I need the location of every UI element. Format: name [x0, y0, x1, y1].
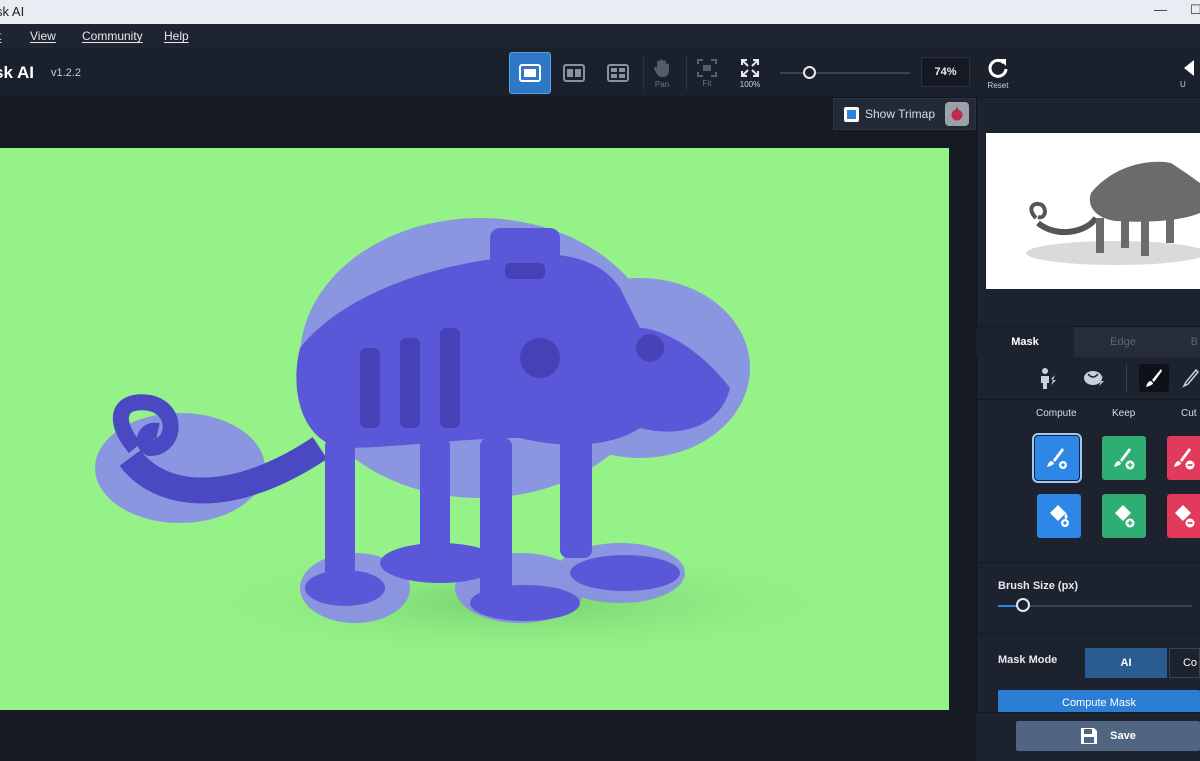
pen-icon — [1182, 368, 1200, 388]
checkbox-mark — [847, 109, 856, 119]
mask-mode-color-button[interactable]: Co — [1169, 648, 1200, 678]
undo-button[interactable]: U — [1180, 52, 1200, 94]
reset-label: Reset — [987, 80, 1009, 90]
zoom-100-label: 100% — [739, 79, 761, 89]
subject-select-button[interactable] — [1032, 364, 1062, 392]
save-button[interactable]: Save — [1016, 721, 1200, 751]
person-icon — [1041, 368, 1056, 389]
expand-icon — [741, 58, 759, 77]
mask-tool-row — [976, 356, 1200, 400]
compute-column-label: Compute — [1036, 408, 1077, 419]
brush-plus-icon — [1114, 448, 1135, 470]
fit-label: Fit — [702, 78, 712, 88]
show-trimap-toggle[interactable]: Show Trimap — [833, 98, 976, 130]
title-bar: sk AI — ☐ — [0, 0, 1200, 24]
compute-brush-button[interactable] — [1032, 433, 1082, 483]
view-quad-button[interactable] — [597, 52, 639, 94]
hair-select-button[interactable] — [1080, 364, 1110, 392]
brush-icon — [1146, 369, 1162, 387]
mask-mode-ai-button[interactable]: AI — [1085, 648, 1167, 678]
bucket-plus-icon — [1115, 505, 1135, 528]
eraser-tool-button[interactable] — [1182, 364, 1200, 392]
minimize-button[interactable]: — — [1154, 2, 1167, 17]
brush-minus-icon — [1173, 448, 1194, 470]
fit-button[interactable]: Fit — [686, 52, 728, 94]
toolbar: sk AI v1.2.2 Pan Fit 100% — [0, 48, 1200, 98]
keep-fill-button[interactable] — [1102, 494, 1146, 538]
show-trimap-label: Show Trimap — [865, 107, 936, 121]
fit-icon — [697, 58, 717, 77]
bucket-gear-icon — [1050, 505, 1069, 527]
floppy-disk-icon — [1081, 728, 1098, 744]
preview-thumbnail[interactable] — [986, 133, 1200, 289]
maximize-button[interactable]: ☐ — [1190, 2, 1200, 18]
panel-tabs: Mask Edge B — [976, 326, 1200, 357]
pan-label: Pan — [654, 79, 670, 89]
tab-edge[interactable]: Edge — [1074, 327, 1172, 357]
menu-community[interactable]: Community — [82, 29, 143, 43]
cut-column-label: Cut — [1181, 408, 1197, 419]
tab-mask[interactable]: Mask — [976, 327, 1074, 357]
mask-mode-label: Mask Mode — [998, 654, 1058, 666]
tool-separator — [1126, 364, 1127, 392]
tab-background[interactable]: B — [1172, 327, 1200, 357]
view-split-button[interactable] — [553, 52, 595, 94]
brush-size-label: Brush Size (px) — [998, 580, 1079, 592]
app-version: v1.2.2 — [51, 67, 81, 79]
compute-fill-button[interactable] — [1037, 494, 1081, 538]
menu-help[interactable]: Help — [164, 29, 189, 43]
menu-view[interactable]: View — [30, 29, 56, 43]
pan-button[interactable]: Pan — [641, 52, 683, 94]
window-title: sk AI — [0, 4, 25, 19]
zoom-100-button[interactable]: 100% — [729, 52, 771, 94]
keep-brush-button[interactable] — [1102, 436, 1146, 480]
reset-button[interactable]: Reset — [977, 52, 1019, 94]
hand-icon — [653, 59, 669, 77]
undo-label: U — [1180, 79, 1186, 89]
main-image-canvas[interactable] — [0, 148, 949, 710]
single-view-icon — [519, 64, 541, 82]
chameleon-preview-image — [1026, 161, 1200, 265]
brush-tool-button[interactable] — [1139, 364, 1169, 392]
panel-divider — [976, 633, 1200, 634]
brush-size-slider-handle[interactable] — [1016, 598, 1030, 612]
chameleon-mask-image — [95, 218, 880, 663]
zoom-slider-track[interactable] — [780, 72, 910, 74]
trimap-color-button[interactable] — [945, 102, 970, 126]
view-single-button[interactable] — [509, 52, 551, 94]
quad-view-icon — [607, 64, 629, 82]
cut-brush-button[interactable] — [1167, 436, 1200, 480]
cut-fill-button[interactable] — [1167, 494, 1200, 538]
keep-column-label: Keep — [1112, 408, 1136, 419]
app-name: sk AI — [0, 63, 35, 82]
apple-icon — [951, 107, 963, 121]
zoom-value-field[interactable]: 74% — [921, 57, 970, 87]
zoom-slider-handle[interactable] — [803, 66, 816, 79]
menu-bar: t View Community Help — [0, 24, 1200, 48]
panel-divider — [976, 562, 1200, 563]
brush-gear-icon — [1047, 448, 1067, 469]
show-trimap-checkbox[interactable] — [844, 106, 859, 122]
menu-edit[interactable]: t — [0, 29, 1, 43]
bucket-minus-icon — [1174, 505, 1194, 528]
reset-icon — [988, 58, 1008, 78]
save-label: Save — [1110, 730, 1136, 742]
undo-icon — [1184, 59, 1194, 76]
hair-icon — [1084, 371, 1104, 386]
split-view-icon — [563, 64, 585, 82]
